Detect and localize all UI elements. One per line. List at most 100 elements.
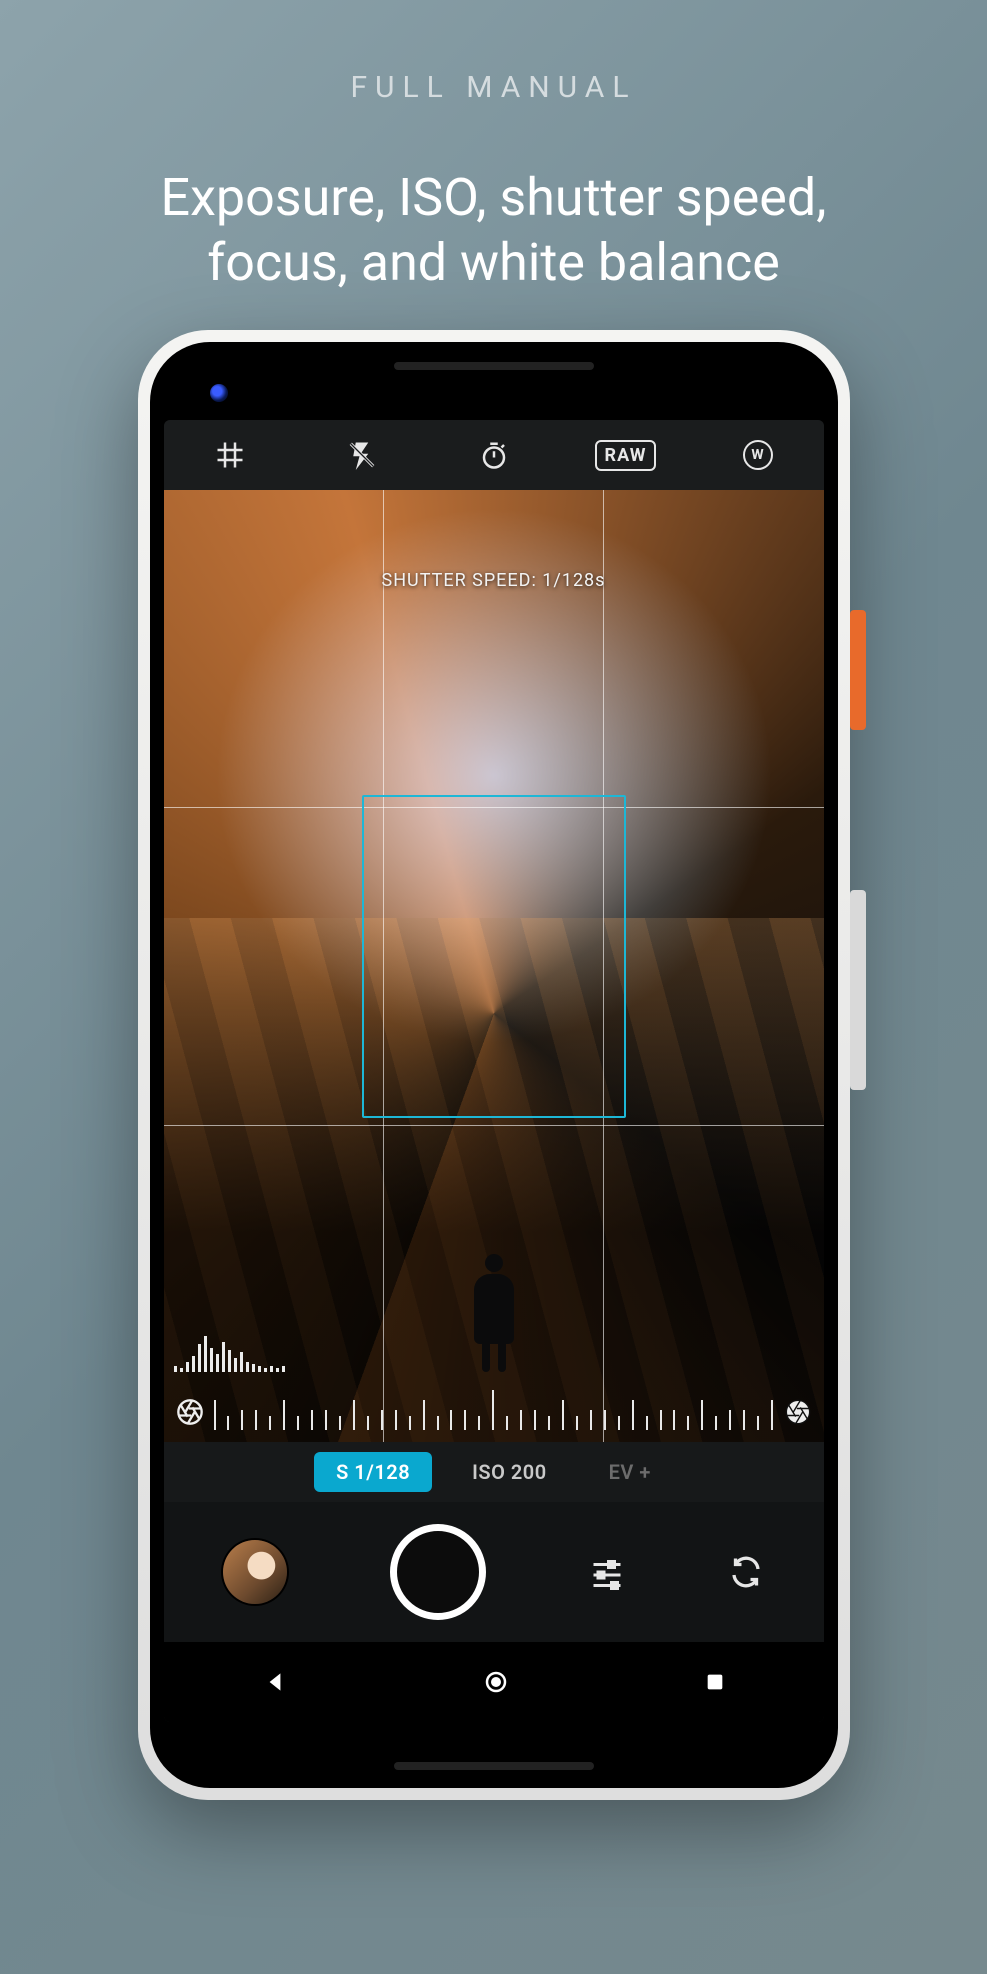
dial-tick — [576, 1416, 578, 1430]
dial-tick — [367, 1416, 369, 1430]
mode-chip-shutter[interactable]: S 1/128 — [314, 1452, 432, 1492]
dial-tick — [409, 1416, 411, 1430]
mode-selector: S 1/128 ISO 200 EV + — [164, 1442, 824, 1502]
dial-tick — [325, 1410, 327, 1430]
white-balance-toggle[interactable]: W — [730, 440, 786, 470]
dial-tick — [450, 1410, 452, 1430]
dial-tick — [241, 1410, 243, 1430]
flash-off-icon — [347, 438, 377, 472]
grid-line-horizontal-2 — [164, 1125, 824, 1126]
dial-tick — [701, 1400, 703, 1430]
dial-tick — [687, 1416, 689, 1430]
histogram-bar — [276, 1368, 279, 1372]
device-volume-button — [850, 890, 866, 1090]
app-screen: RAW W SHUTTER SPEED: 1/128s — [164, 420, 824, 1722]
device-earpiece — [394, 362, 594, 370]
sliders-icon — [589, 1554, 625, 1590]
recents-square-icon — [704, 1671, 726, 1693]
camera-top-toolbar: RAW W — [164, 420, 824, 490]
histogram-bar — [180, 1368, 183, 1372]
switch-camera-button[interactable] — [728, 1554, 764, 1590]
subject-silhouette — [472, 1254, 516, 1372]
dial-tick — [771, 1400, 773, 1430]
dial-ticks[interactable] — [210, 1394, 778, 1430]
shutter-speed-overlay: SHUTTER SPEED: 1/128s — [382, 570, 606, 591]
flash-toggle[interactable] — [334, 438, 390, 472]
device-bottom-speaker — [394, 1762, 594, 1770]
dial-tick — [269, 1416, 271, 1430]
promo-headline-line2: focus, and white balance — [0, 230, 987, 295]
dial-tick — [311, 1410, 313, 1430]
histogram-bar — [282, 1366, 285, 1372]
dial-tick — [423, 1400, 425, 1430]
dial-tick — [297, 1416, 299, 1430]
histogram — [174, 1334, 285, 1372]
raw-badge: RAW — [595, 440, 657, 471]
aperture-icon — [176, 1398, 204, 1426]
promo-eyebrow: FULL MANUAL — [0, 70, 987, 105]
dial-tick — [729, 1410, 731, 1430]
mode-chip-ev[interactable]: EV + — [587, 1452, 673, 1492]
focus-rectangle[interactable] — [362, 795, 626, 1119]
gallery-thumbnail[interactable] — [223, 1540, 287, 1604]
dial-tick — [492, 1390, 494, 1430]
switch-camera-icon — [728, 1554, 764, 1590]
histogram-bar — [228, 1350, 231, 1372]
histogram-bar — [192, 1356, 195, 1372]
dial-tick — [395, 1410, 397, 1430]
grid-toggle[interactable] — [202, 440, 258, 470]
android-back-button[interactable] — [262, 1669, 288, 1695]
camera-bottom-bar — [164, 1502, 824, 1642]
aperture-left-icon — [170, 1398, 210, 1426]
histogram-bar — [252, 1364, 255, 1372]
wb-icon: W — [743, 440, 773, 470]
android-recents-button[interactable] — [704, 1671, 726, 1693]
mode-chip-iso[interactable]: ISO 200 — [450, 1452, 569, 1492]
histogram-bar — [240, 1352, 243, 1372]
histogram-bar — [234, 1358, 237, 1372]
dial-tick — [478, 1416, 480, 1430]
shutter-button[interactable] — [390, 1524, 486, 1620]
aperture-icon — [784, 1398, 812, 1426]
device-power-button — [850, 610, 866, 730]
dial-tick — [646, 1416, 648, 1430]
value-dial[interactable] — [164, 1382, 824, 1442]
dial-tick — [590, 1410, 592, 1430]
dial-tick — [618, 1416, 620, 1430]
promo-headline: Exposure, ISO, shutter speed, focus, and… — [0, 165, 987, 295]
home-circle-icon — [484, 1670, 508, 1694]
dial-tick — [632, 1400, 634, 1430]
dial-tick — [604, 1410, 606, 1430]
dial-tick — [255, 1410, 257, 1430]
dial-tick — [464, 1410, 466, 1430]
dial-tick — [283, 1400, 285, 1430]
back-triangle-icon — [262, 1669, 288, 1695]
phone-device-frame: RAW W SHUTTER SPEED: 1/128s — [138, 330, 850, 1800]
dial-tick — [660, 1410, 662, 1430]
android-home-button[interactable] — [484, 1670, 508, 1694]
aperture-right-icon — [778, 1398, 818, 1426]
dial-tick — [757, 1416, 759, 1430]
histogram-bar — [186, 1362, 189, 1372]
promo-headline-line1: Exposure, ISO, shutter speed, — [0, 165, 987, 230]
dial-tick — [743, 1410, 745, 1430]
histogram-bar — [222, 1342, 225, 1372]
dial-tick — [562, 1400, 564, 1430]
dial-tick — [353, 1400, 355, 1430]
dial-tick — [437, 1416, 439, 1430]
histogram-bar — [216, 1354, 219, 1372]
dial-tick — [506, 1416, 508, 1430]
settings-button[interactable] — [589, 1554, 625, 1590]
raw-toggle[interactable]: RAW — [598, 440, 654, 471]
histogram-bar — [258, 1366, 261, 1372]
camera-viewfinder[interactable]: SHUTTER SPEED: 1/128s — [164, 490, 824, 1442]
timer-toggle[interactable] — [466, 440, 522, 470]
histogram-bar — [204, 1336, 207, 1372]
dial-tick — [214, 1400, 216, 1430]
dial-tick — [715, 1416, 717, 1430]
dial-tick — [534, 1410, 536, 1430]
device-bezel: RAW W SHUTTER SPEED: 1/128s — [150, 342, 838, 1788]
histogram-bar — [264, 1368, 267, 1372]
dial-tick — [227, 1416, 229, 1430]
dial-tick — [339, 1416, 341, 1430]
